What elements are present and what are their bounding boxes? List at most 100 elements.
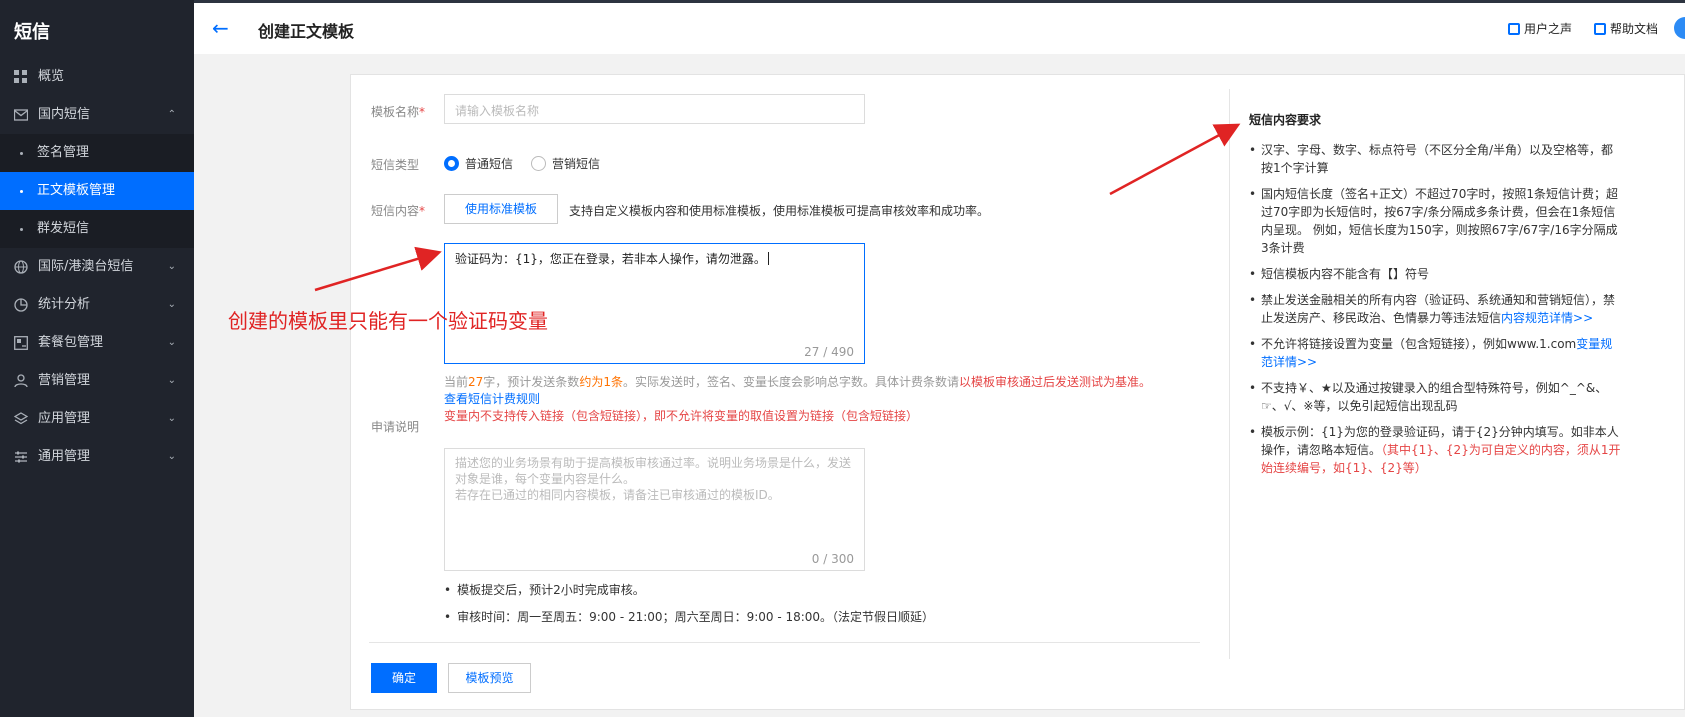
sidebar-item-label: 概览 <box>38 69 65 84</box>
sidebar-item-templates[interactable]: 正文模板管理 <box>0 172 194 210</box>
application-note-textarea[interactable]: 描述您的业务场景有助于提高模板审核通过率。说明业务场景是什么，发送对象是谁，每个… <box>444 448 865 571</box>
label-text: 模板名称 <box>371 105 420 119</box>
template-name-input[interactable]: 请输入模板名称 <box>444 94 865 124</box>
sms-content-label: 短信内容* <box>371 202 425 219</box>
radio-marketing-sms[interactable]: 营销短信 <box>531 155 600 172</box>
sms-content-textarea[interactable]: 验证码为：{1}，您正在登录，若非本人操作，请勿泄露。 27 / 490 <box>444 243 865 364</box>
rule-text: 短信模板内容不能含有【】符号 <box>1261 267 1430 281</box>
form-divider <box>369 642 1200 643</box>
sidebar: 短信 概览 国内短信 ⌃ 签名管理 正文模板管理 群发短信 国际/港澳台短信 ⌄… <box>0 0 194 717</box>
application-note-label: 申请说明 <box>371 420 420 434</box>
sidebar-item-label: 签名管理 <box>37 145 90 160</box>
sidebar-item-packages[interactable]: 套餐包管理 ⌄ <box>0 324 194 362</box>
content-text: 验证码为：{1}，您正在登录，若非本人操作，请勿泄露。 <box>455 252 766 266</box>
sidebar-item-general[interactable]: 通用管理 ⌄ <box>0 438 194 476</box>
template-name-label: 模板名称* <box>371 103 425 120</box>
hint-char-count: 27 <box>468 375 484 389</box>
sidebar-item-label: 统计分析 <box>38 297 91 312</box>
content-spec-link[interactable]: 内容规范详情>> <box>1501 311 1593 325</box>
requirements-list: 汉字、字母、数字、标点符号（不区分全角/半角）以及空格等，都按1个字计算 国内短… <box>1249 141 1624 485</box>
chevron-down-icon: ⌄ <box>167 451 176 462</box>
chevron-down-icon: ⌄ <box>167 261 176 272</box>
layers-icon <box>14 412 28 425</box>
required-mark: * <box>419 105 426 119</box>
bullet-dot-icon <box>20 152 23 155</box>
sidebar-item-label: 国际/港澳台短信 <box>38 259 134 274</box>
feedback-icon <box>1508 23 1520 35</box>
content-char-counter: 27 / 490 <box>804 345 854 359</box>
billing-rules-link[interactable]: 查看短信计费规则 <box>444 390 540 407</box>
rule-text: 国内短信长度（签名+正文）不超过70字时，按照1条短信计费；超过70字即为长短信… <box>1261 187 1618 255</box>
radio-label: 普通短信 <box>465 157 514 171</box>
hint-text: 当前 <box>444 375 469 389</box>
pie-chart-icon <box>14 298 28 312</box>
hint-text: 字，预计发送条数 <box>483 375 580 389</box>
hint-text: 。实际发送时，签名、变量长度会影响总字数。具体计费条数请 <box>622 375 959 389</box>
sliders-icon <box>15 451 27 463</box>
help-docs-link[interactable]: 帮助文档 <box>1594 20 1658 37</box>
note-char-counter: 0 / 300 <box>811 552 854 566</box>
sidebar-item-label: 营销管理 <box>38 373 91 388</box>
sms-content-value: 验证码为：{1}，您正在登录，若非本人操作，请勿泄露。 <box>455 250 769 267</box>
user-voice-link[interactable]: 用户之声 <box>1508 20 1572 37</box>
sidebar-item-label: 应用管理 <box>38 411 91 426</box>
domestic-sms-submenu: 签名管理 正文模板管理 群发短信 <box>0 134 194 248</box>
chevron-up-icon: ⌃ <box>167 109 176 120</box>
sidebar-item-label: 正文模板管理 <box>37 183 116 198</box>
sidebar-item-bulk-sms[interactable]: 群发短信 <box>0 210 194 248</box>
hint-red-text: 以模板审核通过后发送测试为基准。 <box>958 375 1151 389</box>
sidebar-item-label: 群发短信 <box>37 221 90 236</box>
use-standard-template-button[interactable]: 使用标准模板 <box>444 194 558 224</box>
sms-type-label: 短信类型 <box>371 158 420 172</box>
char-count-hint: 当前27字，预计发送条数约为1条。实际发送时，签名、变量长度会影响总字数。具体计… <box>444 373 1151 390</box>
back-arrow-icon[interactable]: ← <box>212 16 229 40</box>
chevron-down-icon: ⌄ <box>167 337 176 348</box>
required-mark: * <box>419 204 426 218</box>
preview-template-button[interactable]: 模板预览 <box>448 663 531 693</box>
list-item: 禁止发送金融相关的所有内容（验证码、系统通知和营销短信），禁止发送房产、移民政治… <box>1249 291 1624 327</box>
input-placeholder: 请输入模板名称 <box>455 104 540 118</box>
package-icon <box>14 336 28 350</box>
annotation-text: 创建的模板里只能有一个验证码变量 <box>228 309 548 333</box>
chevron-down-icon: ⌄ <box>167 299 176 310</box>
bullet-dot-icon <box>20 190 23 193</box>
text-caret <box>767 252 769 265</box>
template-form-card: 模板名称* 请输入模板名称 短信类型 普通短信 营销短信 短信内容* 使用标准模… <box>350 74 1685 710</box>
hint-message-count: 约为1条 <box>579 375 623 389</box>
textarea-placeholder: 描述您的业务场景有助于提高模板审核通过率。说明业务场景是什么，发送对象是谁，每个… <box>455 456 852 502</box>
confirm-button[interactable]: 确定 <box>371 663 437 693</box>
variable-link-warning: 变量内不支持传入链接（包含短链接），即不允许将变量的取值设置为链接（包含短链接） <box>444 409 919 423</box>
sidebar-item-international-sms[interactable]: 国际/港澳台短信 ⌄ <box>0 248 194 286</box>
list-item: 不允许将链接设置为变量（包含短链接），例如www.1.com变量规范详情>> <box>1249 335 1624 371</box>
list-item: 不支持￥、★以及通过按键录入的组合型特殊符号，例如^_^&、☞、√、※等，以免引… <box>1249 379 1624 415</box>
user-icon <box>14 374 28 388</box>
list-item: 汉字、字母、数字、标点符号（不区分全角/半角）以及空格等，都按1个字计算 <box>1249 141 1624 177</box>
avatar[interactable] <box>1674 17 1685 39</box>
sidebar-item-domestic-sms[interactable]: 国内短信 ⌃ <box>0 96 194 134</box>
list-item: 国内短信长度（签名+正文）不超过70字时，按照1条短信计费；超过70字即为长短信… <box>1249 185 1624 257</box>
chevron-down-icon: ⌄ <box>167 413 176 424</box>
rule-text: 不支持￥、★以及通过按键录入的组合型特殊符号，例如^_^&、☞、√、※等，以免引… <box>1261 381 1608 413</box>
rule-text: 不允许将链接设置为变量（包含短链接），例如www.1.com <box>1261 337 1577 351</box>
list-item: 短信模板内容不能含有【】符号 <box>1249 265 1624 283</box>
globe-icon <box>14 260 28 274</box>
sidebar-item-overview[interactable]: 概览 <box>0 58 194 96</box>
bullet-dot-icon <box>20 228 23 231</box>
sidebar-item-marketing[interactable]: 营销管理 ⌄ <box>0 362 194 400</box>
page-header: ← 创建正文模板 用户之声 帮助文档 <box>194 3 1685 54</box>
sidebar-item-apps[interactable]: 应用管理 ⌄ <box>0 400 194 438</box>
mail-icon <box>14 109 28 121</box>
requirements-title: 短信内容要求 <box>1249 113 1322 127</box>
radio-unchecked-icon <box>531 156 546 171</box>
review-hours-note: 审核时间：周一至周五：9:00 - 21:00；周六至周日：9:00 - 18:… <box>444 608 934 625</box>
standard-template-tip: 支持自定义模板内容和使用标准模板，使用标准模板可提高审核效率和成功率。 <box>569 204 990 218</box>
sidebar-item-signatures[interactable]: 签名管理 <box>0 134 194 172</box>
sidebar-item-label: 通用管理 <box>38 449 91 464</box>
radio-label: 营销短信 <box>552 157 601 171</box>
review-time-note: 模板提交后，预计2小时完成审核。 <box>444 581 645 598</box>
rule-text: 汉字、字母、数字、标点符号（不区分全角/半角）以及空格等，都按1个字计算 <box>1261 143 1614 175</box>
list-item: 模板示例：{1}为您的登录验证码，请于{2}分钟内填写。如非本人操作，请忽略本短… <box>1249 423 1624 477</box>
sidebar-item-statistics[interactable]: 统计分析 ⌄ <box>0 286 194 324</box>
radio-normal-sms[interactable]: 普通短信 <box>444 155 513 172</box>
help-docs-label: 帮助文档 <box>1610 22 1659 36</box>
